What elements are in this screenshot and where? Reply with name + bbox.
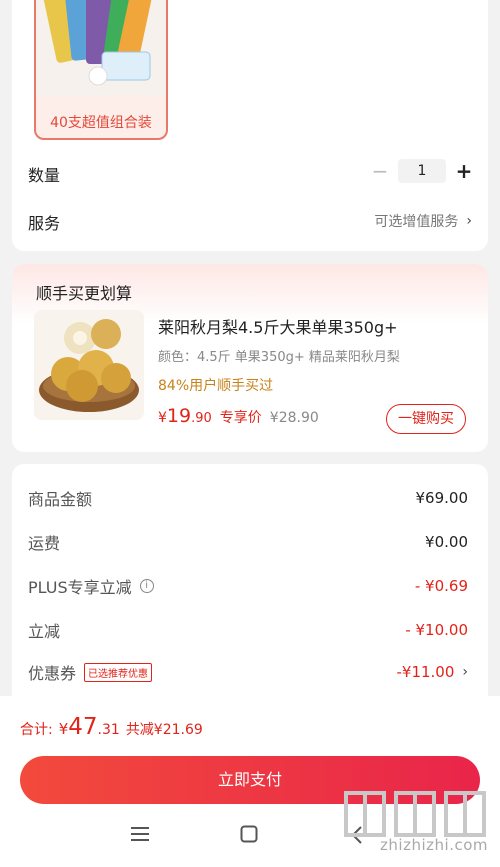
bundle-caption: 40支超值组合装	[50, 115, 152, 131]
order-summary-card: 商品金额 ¥69.00 运费 ¥0.00 PLUS专享立减 i - ¥0.69 …	[12, 464, 488, 696]
instant-discount-label: 立减	[28, 622, 61, 641]
home-square-icon[interactable]	[240, 825, 258, 847]
service-label: 服务	[28, 214, 61, 233]
coupon-label-group: 优惠券 已选推荐优惠	[28, 660, 153, 684]
increase-button[interactable]: +	[454, 161, 474, 181]
info-icon[interactable]: i	[139, 579, 154, 593]
price-tag: 专享价	[219, 410, 262, 426]
quantity-stepper: − 1 +	[370, 159, 474, 183]
coupon-value: -¥11.00	[396, 663, 455, 681]
price-decimal: .90	[191, 411, 212, 426]
product-spec: 颜色：4.5斤 单果350g+ 精品莱阳秋月梨	[158, 350, 400, 365]
total-decimal: .31	[97, 722, 120, 738]
price-currency: ¥	[158, 410, 167, 426]
decrease-button[interactable]: −	[370, 161, 390, 181]
addon-recommend-card: 顺手买更划算 莱阳秋月梨4.5斤大果单果350g+ 颜色：4.5斤 单果350g…	[12, 264, 488, 452]
exclusive-price: ¥19.90	[158, 405, 212, 427]
total-integer: 47	[68, 714, 98, 740]
chevron-right-icon: ›	[466, 213, 472, 229]
total-saved: 共减¥21.69	[125, 722, 203, 738]
product-image[interactable]	[34, 310, 144, 420]
plus-discount-label: PLUS专享立减	[28, 578, 132, 597]
summary-row-coupon[interactable]: 优惠券 已选推荐优惠 -¥11.00 ›	[28, 660, 468, 684]
bundle-option-tile[interactable]: 40支超值组合装	[34, 0, 168, 140]
price-integer: 19	[166, 405, 192, 427]
product-name[interactable]: 莱阳秋月梨4.5斤大果单果350g+	[158, 314, 398, 338]
price-row: ¥19.90 专享价 ¥28.90	[158, 405, 319, 427]
total-currency: ¥	[58, 720, 69, 738]
plus-discount-label-group: PLUS专享立减 i	[28, 574, 154, 598]
chevron-right-icon: ›	[462, 664, 468, 680]
one-click-buy-button[interactable]: 一键购买	[386, 404, 466, 434]
buy-hint: 84%用户顺手买过	[158, 378, 274, 394]
goods-amount-label: 商品金额	[28, 490, 93, 509]
quantity-input[interactable]: 1	[398, 159, 446, 183]
shipping-value: ¥0.00	[425, 533, 468, 551]
original-price: ¥28.90	[269, 410, 319, 426]
summary-row-shipping: 运费 ¥0.00	[28, 530, 468, 554]
summary-row-instant-discount: 立减 - ¥10.00	[28, 618, 468, 642]
service-selector[interactable]: 可选增值服务 ›	[374, 211, 472, 231]
goods-amount-value: ¥69.00	[415, 489, 469, 507]
instant-discount-value: - ¥10.00	[405, 621, 468, 639]
coupon-value-group: -¥11.00 ›	[396, 663, 468, 681]
plus-discount-value: - ¥0.69	[414, 577, 468, 595]
shipping-label: 运费	[28, 534, 61, 553]
coupon-label: 优惠券	[28, 664, 77, 683]
summary-row-goods: 商品金额 ¥69.00	[28, 486, 468, 510]
checkout-bar: 合计: ¥ 47 .31 共减¥21.69 立即支付 zhizhizhi.com	[0, 696, 500, 867]
addon-title: 顺手买更划算	[36, 284, 133, 303]
menu-icon[interactable]	[130, 825, 150, 847]
bundle-image	[36, 0, 166, 96]
coupon-badge: 已选推荐优惠	[84, 662, 153, 682]
item-config-card: 40支超值组合装 数量 − 1 + 服务 可选增值服务 ›	[12, 0, 488, 251]
watermark-text: zhizhizhi.com	[380, 836, 488, 854]
summary-row-plus-discount: PLUS专享立减 i - ¥0.69	[28, 574, 468, 598]
total-line: 合计: ¥ 47 .31 共减¥21.69	[20, 714, 203, 740]
service-value: 可选增值服务	[374, 214, 459, 230]
total-label: 合计:	[20, 722, 53, 738]
quantity-label: 数量	[28, 166, 61, 185]
